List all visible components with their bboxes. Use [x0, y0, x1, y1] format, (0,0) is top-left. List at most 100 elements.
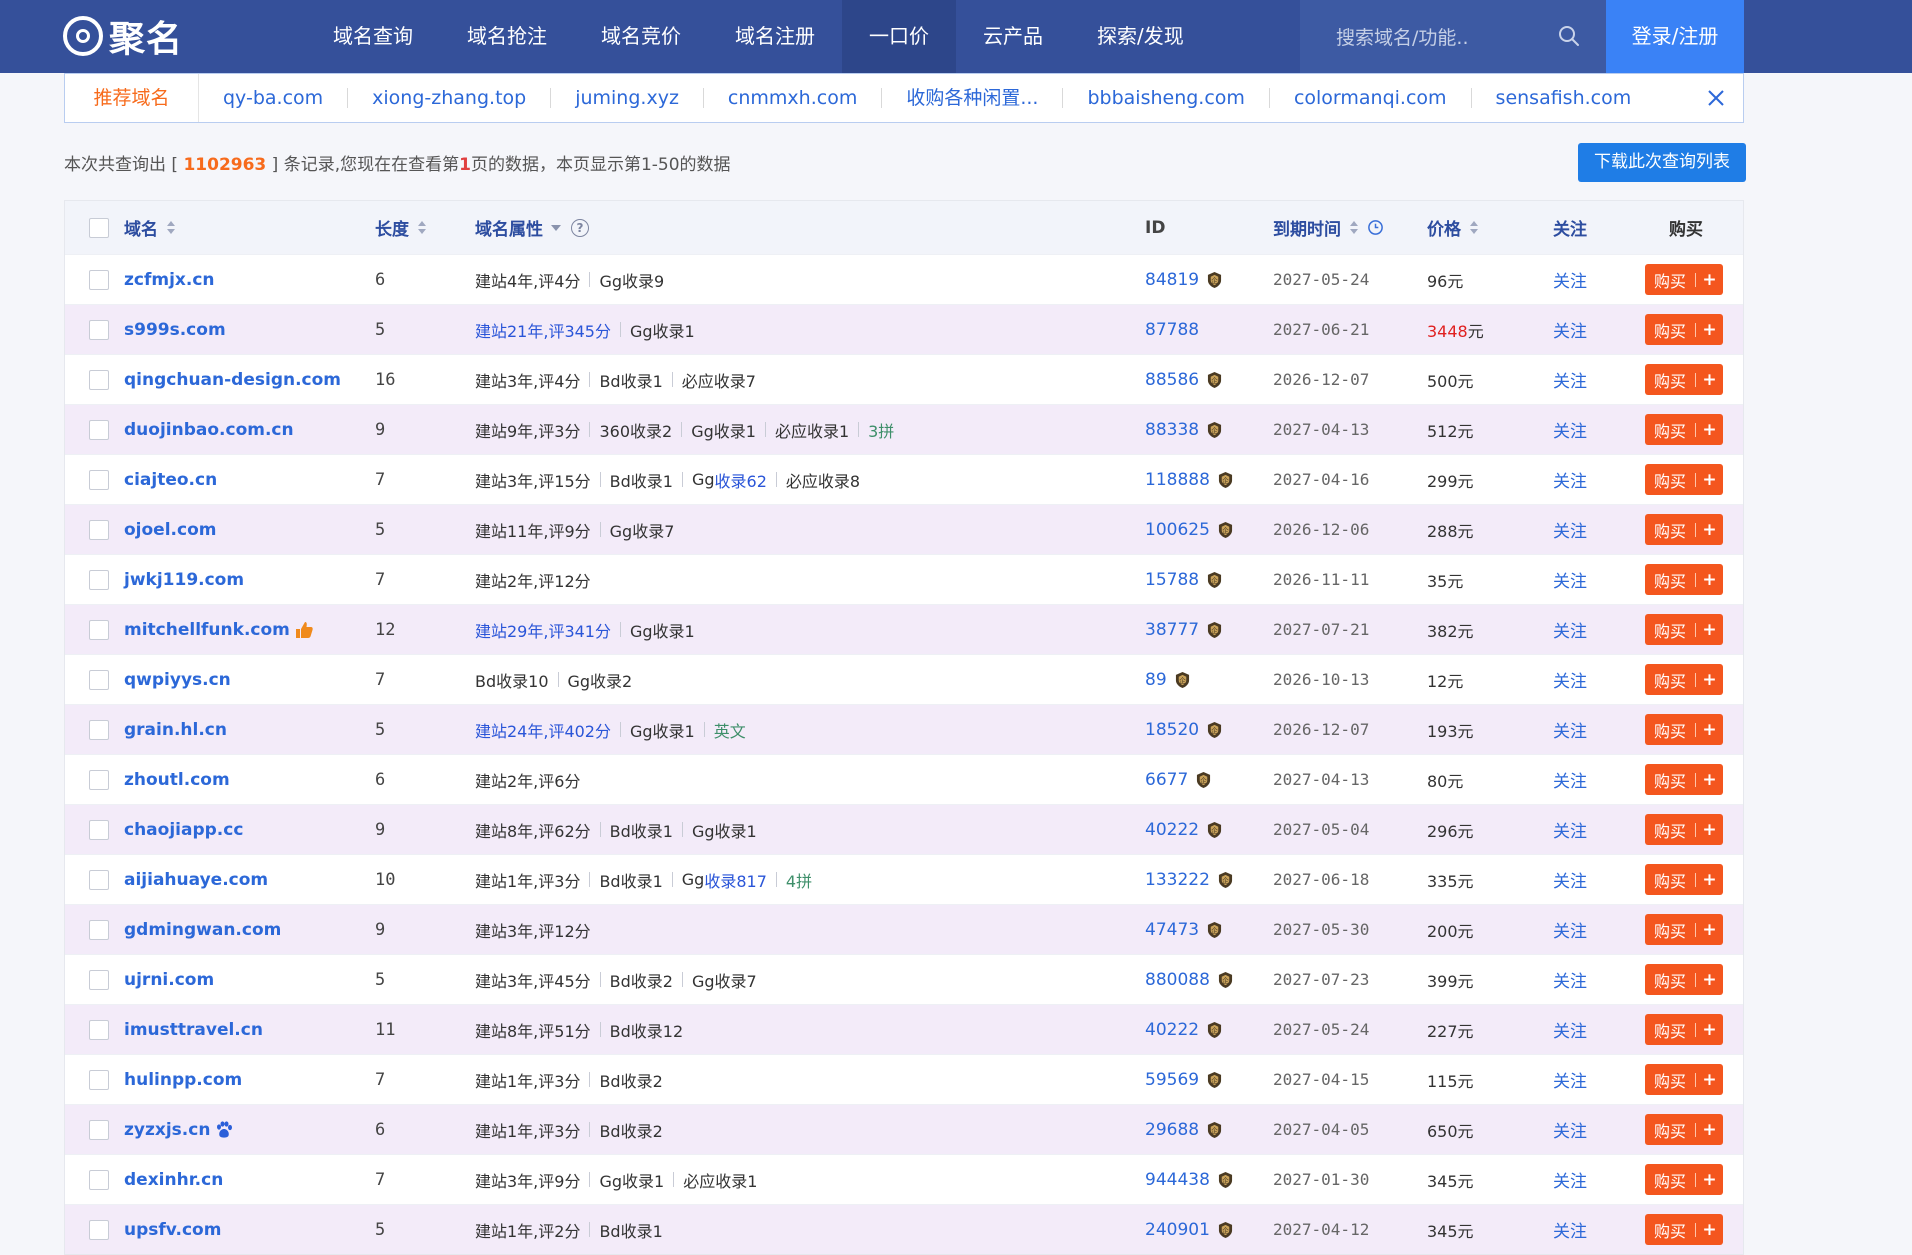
domain-link[interactable]: zhoutl.com [124, 770, 230, 790]
domain-link[interactable]: hulinpp.com [124, 1070, 242, 1090]
seller-id-link[interactable]: 29688 企 [1145, 1120, 1222, 1140]
seller-id-link[interactable]: 880088 企 [1145, 970, 1233, 990]
seller-id-link[interactable]: 118888 企 [1145, 470, 1233, 490]
add-to-cart-icon[interactable]: + [1696, 720, 1723, 740]
follow-link[interactable]: 关注 [1553, 817, 1587, 842]
th-length[interactable]: 长度 [375, 201, 427, 254]
buy-button[interactable]: 购买 + [1645, 764, 1723, 795]
th-attr[interactable]: 域名属性? [475, 201, 589, 254]
seller-id-link[interactable]: 88586 企 [1145, 370, 1222, 390]
buy-button[interactable]: 购买 + [1645, 614, 1723, 645]
brand-logo[interactable]: 聚名 [63, 14, 183, 60]
search-input[interactable] [1334, 22, 1558, 54]
add-to-cart-icon[interactable]: + [1696, 270, 1723, 290]
buy-button[interactable]: 购买 + [1645, 964, 1723, 995]
domain-link[interactable]: jwkj119.com [124, 570, 244, 590]
row-checkbox[interactable] [89, 1169, 109, 1190]
follow-link[interactable]: 关注 [1553, 1017, 1587, 1042]
row-checkbox[interactable] [89, 369, 109, 390]
seller-id-link[interactable]: 88338 企 [1145, 420, 1222, 440]
follow-link[interactable]: 关注 [1553, 567, 1587, 592]
row-checkbox[interactable] [89, 869, 109, 890]
add-to-cart-icon[interactable]: + [1696, 820, 1723, 840]
row-checkbox[interactable] [89, 1069, 109, 1090]
follow-link[interactable]: 关注 [1553, 717, 1587, 742]
th-domain[interactable]: 域名 [124, 201, 176, 254]
download-list-button[interactable]: 下载此次查询列表 [1578, 143, 1746, 182]
add-to-cart-icon[interactable]: + [1696, 770, 1723, 790]
nav-item[interactable]: 云产品 [956, 0, 1070, 73]
buy-button[interactable]: 购买 + [1645, 1014, 1723, 1045]
login-register-button[interactable]: 登录/注册 [1606, 0, 1744, 73]
follow-link[interactable]: 关注 [1553, 317, 1587, 342]
row-checkbox[interactable] [89, 519, 109, 540]
recommend-item[interactable]: sensafish.com [1472, 88, 1656, 108]
add-to-cart-icon[interactable]: + [1696, 970, 1723, 990]
row-checkbox[interactable] [89, 619, 109, 640]
row-checkbox[interactable] [89, 969, 109, 990]
select-all-checkbox[interactable] [89, 217, 109, 238]
seller-id-link[interactable]: 87788 [1145, 320, 1199, 340]
seller-id-link[interactable]: 59569 企 [1145, 1070, 1222, 1090]
domain-link[interactable]: aijiahuaye.com [124, 870, 268, 890]
buy-button[interactable]: 购买 + [1645, 1164, 1723, 1195]
follow-link[interactable]: 关注 [1553, 1117, 1587, 1142]
row-checkbox[interactable] [89, 919, 109, 940]
follow-link[interactable]: 关注 [1553, 367, 1587, 392]
follow-link[interactable]: 关注 [1553, 517, 1587, 542]
buy-button[interactable]: 购买 + [1645, 664, 1723, 695]
seller-id-link[interactable]: 6677 企 [1145, 770, 1211, 790]
recommend-item[interactable]: bbbaisheng.com [1063, 88, 1270, 108]
buy-button[interactable]: 购买 + [1645, 514, 1723, 545]
add-to-cart-icon[interactable]: + [1696, 320, 1723, 340]
nav-item[interactable]: 域名查询 [306, 0, 440, 73]
row-checkbox[interactable] [89, 469, 109, 490]
recommend-item[interactable]: colormanqi.com [1270, 88, 1472, 108]
close-icon[interactable] [1705, 87, 1727, 109]
buy-button[interactable]: 购买 + [1645, 314, 1723, 345]
recommend-item[interactable]: juming.xyz [551, 88, 704, 108]
add-to-cart-icon[interactable]: + [1696, 1120, 1723, 1140]
th-price[interactable]: 价格 [1427, 201, 1479, 254]
row-checkbox[interactable] [89, 1219, 109, 1240]
follow-link[interactable]: 关注 [1553, 917, 1587, 942]
recommend-item[interactable]: cnmmxh.com [704, 88, 883, 108]
follow-link[interactable]: 关注 [1553, 467, 1587, 492]
row-checkbox[interactable] [89, 1019, 109, 1040]
add-to-cart-icon[interactable]: + [1696, 620, 1723, 640]
add-to-cart-icon[interactable]: + [1696, 420, 1723, 440]
buy-button[interactable]: 购买 + [1645, 1064, 1723, 1095]
nav-item[interactable]: 域名竞价 [574, 0, 708, 73]
row-checkbox[interactable] [89, 1119, 109, 1140]
add-to-cart-icon[interactable]: + [1696, 370, 1723, 390]
follow-link[interactable]: 关注 [1553, 767, 1587, 792]
add-to-cart-icon[interactable]: + [1696, 1070, 1723, 1090]
seller-id-link[interactable]: 84819 企 [1145, 270, 1222, 290]
search-icon[interactable] [1557, 24, 1581, 48]
seller-id-link[interactable]: 38777 企 [1145, 620, 1222, 640]
follow-link[interactable]: 关注 [1553, 617, 1587, 642]
row-checkbox[interactable] [89, 269, 109, 290]
add-to-cart-icon[interactable]: + [1696, 570, 1723, 590]
row-checkbox[interactable] [89, 319, 109, 340]
nav-item[interactable]: 域名注册 [708, 0, 842, 73]
domain-link[interactable]: dexinhr.cn [124, 1170, 223, 1190]
follow-link[interactable]: 关注 [1553, 1167, 1587, 1192]
add-to-cart-icon[interactable]: + [1696, 520, 1723, 540]
seller-id-link[interactable]: 89 企 [1145, 670, 1190, 690]
seller-id-link[interactable]: 15788 企 [1145, 570, 1222, 590]
domain-link[interactable]: zyzxjs.cn [124, 1120, 210, 1140]
domain-link[interactable]: gdmingwan.com [124, 920, 281, 940]
nav-item[interactable]: 一口价 [842, 0, 956, 73]
follow-link[interactable]: 关注 [1553, 867, 1587, 892]
nav-item[interactable]: 探索/发现 [1070, 0, 1211, 73]
seller-id-link[interactable]: 133222 企 [1145, 870, 1233, 890]
add-to-cart-icon[interactable]: + [1696, 1220, 1723, 1240]
domain-link[interactable]: ujrni.com [124, 970, 214, 990]
follow-link[interactable]: 关注 [1553, 667, 1587, 692]
follow-link[interactable]: 关注 [1553, 417, 1587, 442]
buy-button[interactable]: 购买 + [1645, 914, 1723, 945]
add-to-cart-icon[interactable]: + [1696, 1020, 1723, 1040]
recommend-item[interactable]: 收购各种闲置... [882, 88, 1064, 108]
seller-id-link[interactable]: 240901 企 [1145, 1220, 1233, 1240]
